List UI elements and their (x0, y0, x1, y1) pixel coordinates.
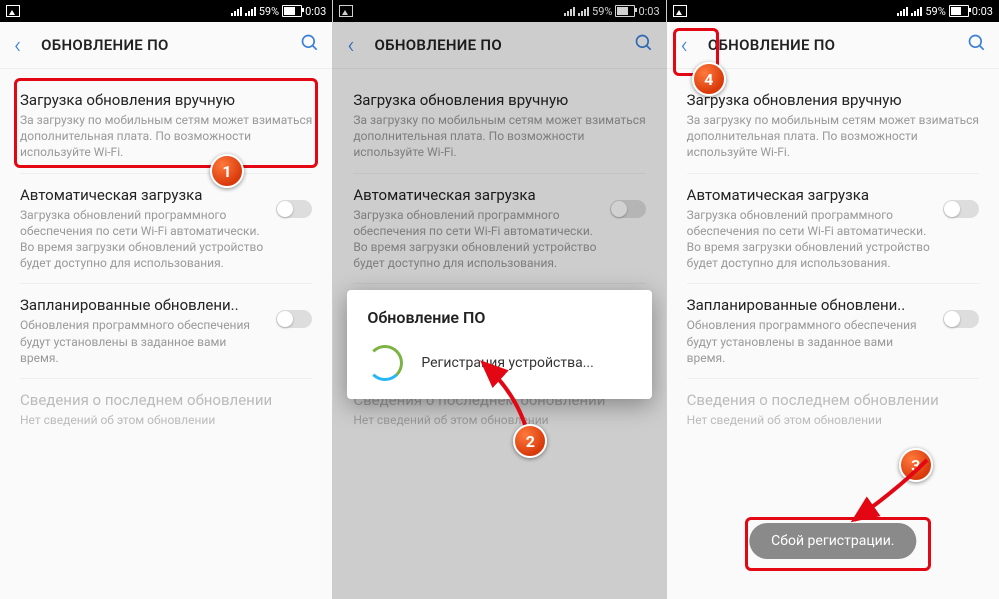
item-title: Автоматическая загрузка (687, 186, 933, 204)
battery-icon (949, 5, 969, 17)
page-title: ОБНОВЛЕНИЕ ПО (708, 36, 949, 54)
phone-screen-3: 59% 0:03 ‹ ОБНОВЛЕНИЕ ПО Загрузка обновл… (667, 0, 999, 599)
item-subtitle: За загрузку по мобильным сетям может взи… (353, 112, 645, 161)
progress-dialog: Обновление ПО Регистрация устройства... (347, 290, 651, 399)
item-title: Загрузка обновления вручную (687, 91, 979, 109)
scheduled-updates-item[interactable]: Запланированные обновлени.. Обновления п… (687, 284, 979, 378)
auto-download-toggle[interactable] (276, 200, 312, 218)
page-title: ОБНОВЛЕНИЕ ПО (374, 36, 615, 54)
item-subtitle: Загрузка обновлений программного обеспеч… (353, 207, 599, 272)
last-update-info-item: Сведения о последнем обновлении Нет свед… (687, 379, 979, 440)
battery-percent: 59% (592, 5, 612, 18)
manual-update-item[interactable]: Загрузка обновления вручную За загрузку … (353, 79, 645, 173)
item-subtitle: Обновления программного обеспечения буду… (20, 317, 266, 366)
clock: 0:03 (305, 5, 326, 18)
manual-update-item[interactable]: Загрузка обновления вручную За загрузку … (20, 79, 312, 173)
auto-download-toggle[interactable] (610, 200, 646, 218)
last-update-info-item: Сведения о последнем обновлении Нет свед… (20, 379, 312, 440)
item-title: Сведения о последнем обновлении (687, 391, 979, 409)
status-bar: 59% 0:03 (333, 0, 665, 22)
clock: 0:03 (638, 5, 659, 18)
auto-download-toggle[interactable] (943, 200, 979, 218)
spinner-icon (367, 345, 403, 381)
item-subtitle: Обновления программного обеспечения буду… (687, 317, 933, 366)
auto-download-item[interactable]: Автоматическая загрузка Загрузка обновле… (687, 174, 979, 284)
battery-icon (615, 5, 635, 17)
app-bar: ‹ ОБНОВЛЕНИЕ ПО (667, 22, 999, 69)
status-bar: 59% 0:03 (667, 0, 999, 22)
status-bar: 59% 0:03 (0, 0, 332, 22)
item-subtitle: Нет сведений об этом обновлении (353, 412, 645, 428)
clock: 0:03 (972, 5, 993, 18)
item-subtitle: Нет сведений об этом обновлении (687, 412, 979, 428)
item-subtitle: За загрузку по мобильным сетям может взи… (687, 112, 979, 161)
phone-screen-2: 59% 0:03 ‹ ОБНОВЛЕНИЕ ПО Загрузка обновл… (333, 0, 665, 599)
screenshot-icon (6, 5, 20, 17)
item-subtitle: За загрузку по мобильным сетям может взи… (20, 112, 312, 161)
search-button[interactable] (963, 29, 991, 61)
item-title: Автоматическая загрузка (20, 186, 266, 204)
phone-screen-1: 59% 0:03 ‹ ОБНОВЛЕНИЕ ПО Загрузка обновл… (0, 0, 332, 599)
item-title: Загрузка обновления вручную (353, 91, 645, 109)
item-title: Запланированные обновлени.. (687, 296, 933, 314)
settings-list: Загрузка обновления вручную За загрузку … (0, 69, 332, 599)
page-title: ОБНОВЛЕНИЕ ПО (41, 36, 282, 54)
signal-icon (231, 6, 242, 16)
screenshot-icon (339, 5, 353, 17)
dialog-message: Регистрация устройства... (421, 355, 593, 371)
item-title: Автоматическая загрузка (353, 186, 599, 204)
item-subtitle: Нет сведений об этом обновлении (20, 412, 312, 428)
signal-icon (245, 6, 256, 16)
item-title: Загрузка обновления вручную (20, 91, 312, 109)
battery-percent: 59% (925, 5, 945, 18)
app-bar: ‹ ОБНОВЛЕНИЕ ПО (333, 22, 665, 69)
scheduled-updates-item[interactable]: Запланированные обновлени.. Обновления п… (20, 284, 312, 378)
item-subtitle: Загрузка обновлений программного обеспеч… (687, 207, 933, 272)
app-bar: ‹ ОБНОВЛЕНИЕ ПО (0, 22, 332, 69)
battery-icon (282, 5, 302, 17)
settings-list: Загрузка обновления вручную За загрузку … (667, 69, 999, 599)
signal-icon (897, 6, 908, 16)
back-button[interactable]: ‹ (8, 27, 27, 63)
dialog-title: Обновление ПО (367, 308, 631, 327)
auto-download-item[interactable]: Автоматическая загрузка Загрузка обновле… (20, 174, 312, 284)
signal-icon (578, 6, 589, 16)
search-button[interactable] (296, 29, 324, 61)
item-subtitle: Загрузка обновлений программного обеспеч… (20, 207, 266, 272)
manual-update-item[interactable]: Загрузка обновления вручную За загрузку … (687, 79, 979, 173)
auto-download-item[interactable]: Автоматическая загрузка Загрузка обновле… (353, 174, 645, 284)
signal-icon (564, 6, 575, 16)
scheduled-toggle[interactable] (943, 310, 979, 328)
screenshot-icon (673, 5, 687, 17)
item-title: Запланированные обновлени.. (20, 296, 266, 314)
back-button[interactable]: ‹ (341, 27, 360, 63)
battery-percent: 59% (259, 5, 279, 18)
toast-message: Сбой регистрации. (749, 523, 916, 559)
scheduled-toggle[interactable] (276, 310, 312, 328)
search-button[interactable] (630, 29, 658, 61)
signal-icon (911, 6, 922, 16)
back-button[interactable]: ‹ (675, 27, 694, 63)
item-title: Сведения о последнем обновлении (20, 391, 312, 409)
